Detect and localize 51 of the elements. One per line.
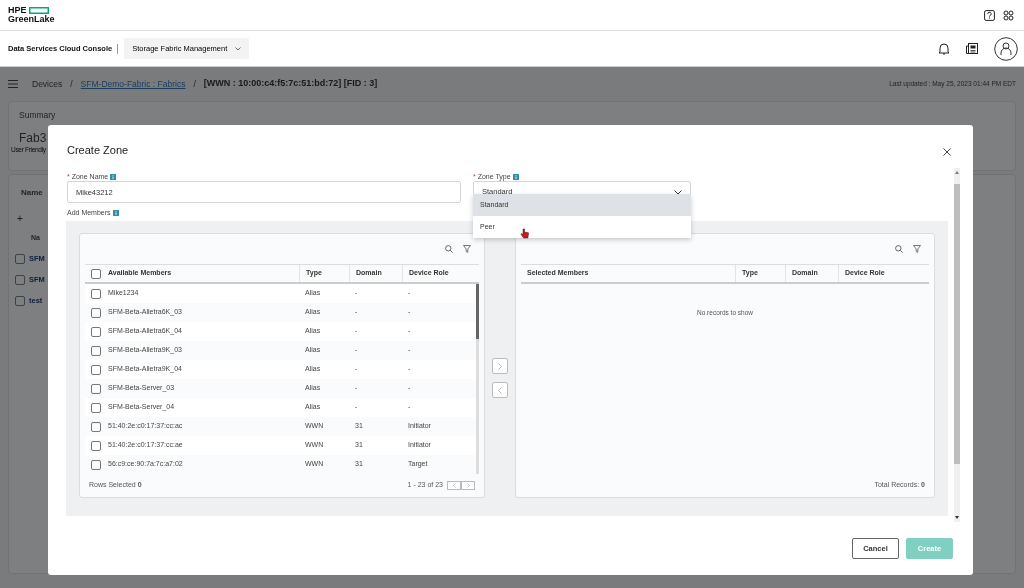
breadcrumb-separator: / [193,77,196,91]
info-icon [512,174,519,181]
breadcrumb-item: [WWN : 10:00:c4:f5:7c:51:bd:72] [FID : 3] [203,77,378,91]
checkbox[interactable] [15,296,25,306]
checkbox[interactable] [15,254,25,264]
scrollbar-thumb[interactable] [954,184,960,464]
chevron-down-icon [674,189,682,195]
bell-icon[interactable] [938,42,950,55]
modal-title: Create Zone [67,143,129,158]
checkbox[interactable] [91,440,101,451]
hand-cursor-icon [520,228,529,239]
scrollbar-thumb[interactable] [476,284,479,339]
info-icon [112,210,119,217]
checkbox[interactable] [91,326,101,337]
chevron-left-icon [452,483,456,488]
chevron-right-icon [466,483,470,488]
section-title: Name [21,187,43,199]
search-icon[interactable] [445,245,453,253]
logo-text: HPE [8,6,27,15]
checkbox[interactable] [91,268,101,279]
filter-icon[interactable] [463,245,471,253]
add-button[interactable]: + [17,213,23,225]
scrollbar[interactable] [954,168,960,522]
info-icon [110,174,117,181]
breadcrumb-link[interactable]: SFM-Demo-Fabric : Fabrics [80,77,186,91]
breadcrumb-separator: / [70,77,73,91]
chevron-right-icon [498,362,502,370]
help-icon[interactable] [984,9,995,21]
apps-icon[interactable] [1003,9,1014,21]
checkbox[interactable] [91,288,101,299]
checkbox[interactable] [91,459,101,470]
search-icon[interactable] [895,245,903,253]
checkbox[interactable] [91,364,101,375]
filter-icon[interactable] [913,245,921,253]
fabric-name: Fab3 [19,130,48,145]
logo-icon [28,7,49,14]
checkbox[interactable] [91,307,101,318]
menu-icon[interactable] [8,80,18,88]
close-icon[interactable] [943,148,951,156]
chevron-down-icon [235,46,242,51]
newspaper-icon[interactable] [966,43,978,54]
logo-text: GreenLake [8,15,55,24]
checkbox[interactable] [91,345,101,356]
breadcrumb-item[interactable]: Devices [32,77,63,91]
checkbox[interactable] [91,421,101,432]
checkbox[interactable] [15,275,25,285]
checkbox[interactable] [91,402,101,413]
user-avatar-icon[interactable] [994,36,1018,61]
chevron-left-icon [498,386,502,394]
checkbox[interactable] [91,383,101,394]
card-title: Summary [19,109,57,122]
